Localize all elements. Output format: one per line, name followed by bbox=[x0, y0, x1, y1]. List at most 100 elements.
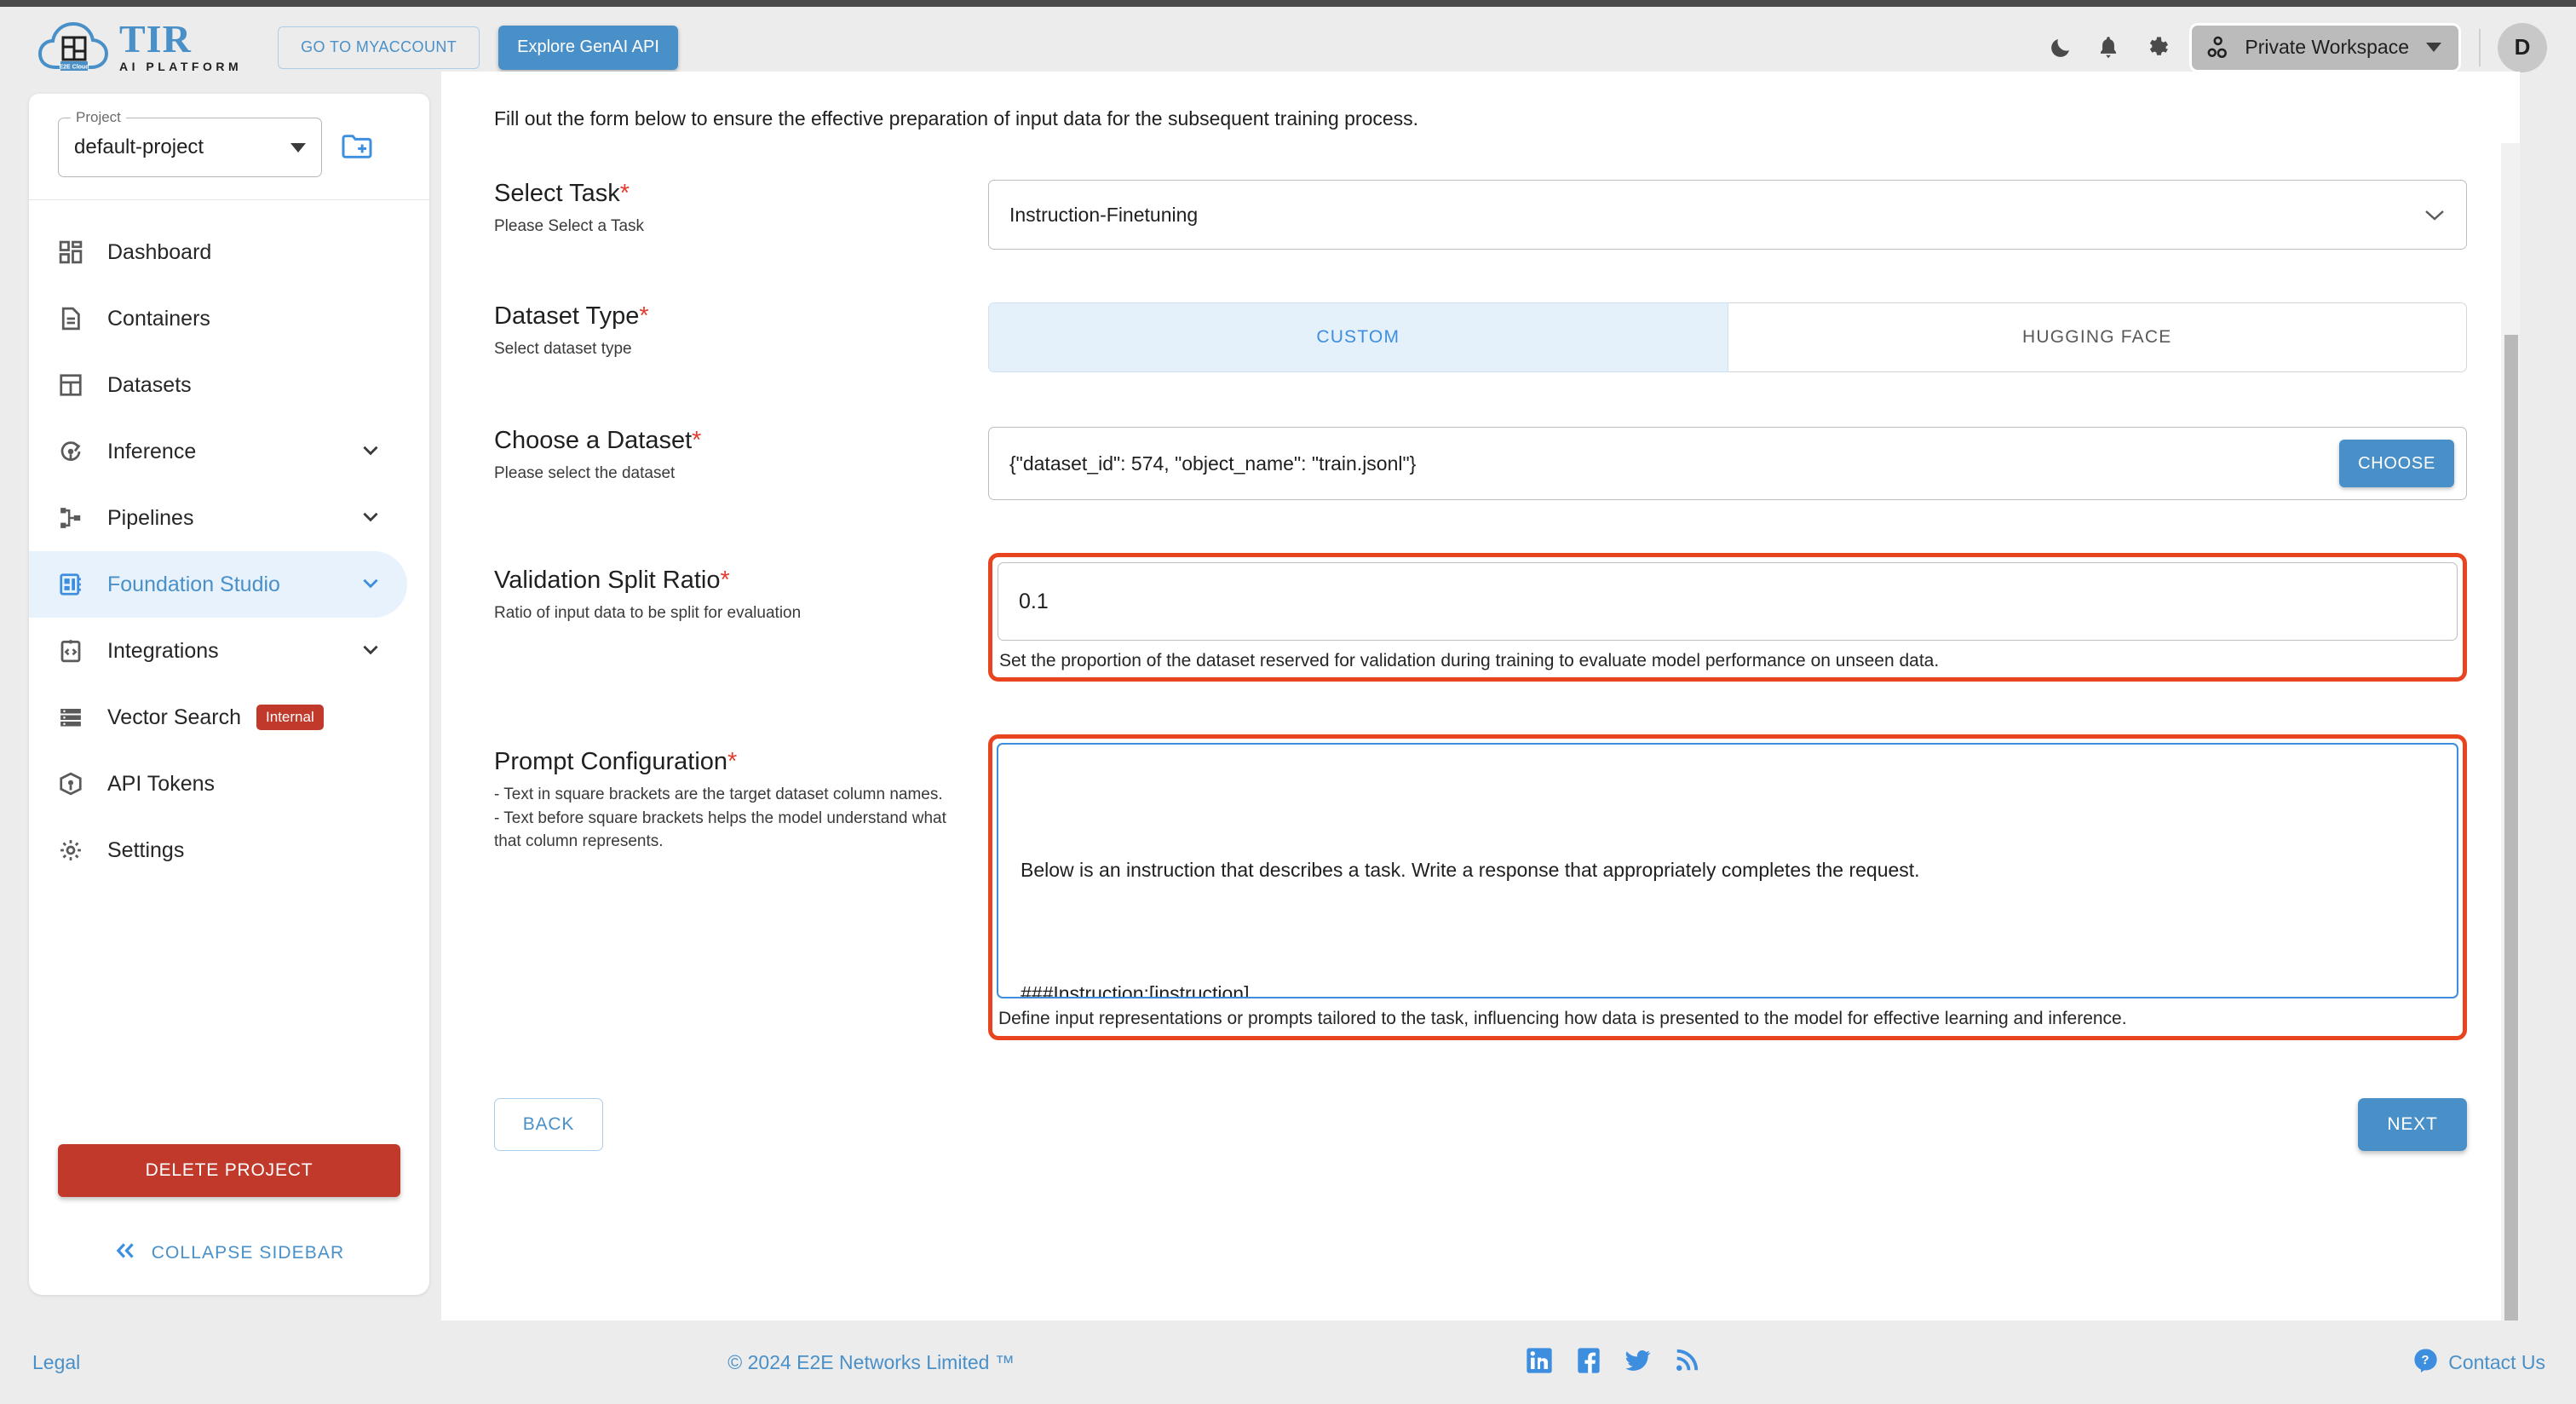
prompt-config-subtitle-1: - Text in square brackets are the target… bbox=[494, 785, 943, 804]
tab-custom-label: CUSTOM bbox=[1316, 327, 1400, 347]
sidebar-item-integrations[interactable]: Integrations bbox=[29, 618, 407, 684]
workspace-label: Private Workspace bbox=[2245, 36, 2409, 58]
sidebar-item-pipelines[interactable]: Pipelines bbox=[29, 485, 407, 551]
settings-gear-icon bbox=[58, 837, 97, 863]
data-preparation-form: Select Task* Please Select a Task Instru… bbox=[441, 180, 2520, 1185]
bell-icon bbox=[2101, 36, 2117, 58]
form-intro-text: Fill out the form below to ensure the ef… bbox=[494, 107, 1419, 129]
required-marker: * bbox=[692, 427, 702, 454]
choose-dataset-title: Choose a Dataset* bbox=[494, 427, 963, 455]
project-value: default-project bbox=[74, 135, 204, 158]
tab-hugging-face[interactable]: HUGGING FACE bbox=[1728, 302, 2467, 372]
form-actions: BACK NEXT bbox=[494, 1097, 2467, 1185]
chevron-down-icon bbox=[2426, 43, 2441, 52]
scrollbar-track[interactable] bbox=[2501, 143, 2520, 1332]
dataset-type-title: Dataset Type* bbox=[494, 302, 963, 331]
app-root: E2E Cloud TIR AI PLATFORM GO TO MYACCOUN… bbox=[0, 0, 2576, 1404]
dataset-type-subtitle: Select dataset type bbox=[494, 340, 632, 358]
server-list-icon bbox=[58, 705, 97, 730]
dataset-input[interactable]: {"dataset_id": 574, "object_name": "trai… bbox=[988, 427, 2467, 500]
workspace-selector[interactable]: Private Workspace bbox=[2192, 25, 2458, 70]
facebook-icon[interactable] bbox=[1575, 1347, 1602, 1378]
cloud-logo-icon: E2E Cloud bbox=[37, 20, 109, 76]
sidebar-item-label: Vector Search bbox=[107, 705, 242, 729]
sidebar-item-inference[interactable]: Inference bbox=[29, 418, 407, 485]
collapse-sidebar-button[interactable]: COLLAPSE SIDEBAR bbox=[58, 1241, 400, 1264]
dark-mode-toggle[interactable] bbox=[2037, 24, 2084, 72]
sidebar-item-vector-search[interactable]: Vector Search Internal bbox=[29, 684, 407, 751]
form-row-dataset-type: Dataset Type* Select dataset type CUSTOM… bbox=[494, 302, 2467, 372]
sidebar-item-label: Settings bbox=[107, 837, 185, 862]
sidebar-item-label: Datasets bbox=[107, 372, 192, 397]
select-task-subtitle: Please Select a Task bbox=[494, 217, 645, 235]
tab-custom[interactable]: CUSTOM bbox=[988, 302, 1728, 372]
app-footer: Legal © 2024 E2E Networks Limited ™ ? Co… bbox=[0, 1321, 2576, 1404]
dataset-type-label-block: Dataset Type* Select dataset type bbox=[494, 302, 988, 372]
prompt-config-textarea[interactable]: Below is an instruction that describes a… bbox=[997, 743, 2458, 999]
project-legend: Project bbox=[71, 109, 126, 126]
prompt-config-title-text: Prompt Configuration bbox=[494, 748, 728, 776]
notifications-button[interactable] bbox=[2084, 24, 2132, 72]
scrollbar-thumb[interactable] bbox=[2504, 335, 2518, 1332]
select-task-title: Select Task* bbox=[494, 180, 963, 208]
select-task-field: Instruction-Finetuning bbox=[988, 180, 2467, 250]
linkedin-icon[interactable] bbox=[1526, 1347, 1553, 1378]
sidebar-item-label: API Tokens bbox=[107, 771, 216, 796]
delete-project-button[interactable]: DELETE PROJECT bbox=[58, 1144, 400, 1197]
svg-text:?: ? bbox=[2422, 1353, 2429, 1367]
validation-split-title-text: Validation Split Ratio bbox=[494, 567, 721, 594]
select-task-dropdown[interactable]: Instruction-Finetuning bbox=[988, 180, 2467, 250]
help-circle-icon: ? bbox=[2412, 1347, 2438, 1378]
validation-split-input[interactable]: 0.1 bbox=[998, 562, 2458, 641]
chevron-down-icon bbox=[359, 638, 382, 665]
dataset-type-title-text: Dataset Type bbox=[494, 302, 640, 330]
prompt-config-title: Prompt Configuration* bbox=[494, 748, 963, 776]
dashboard-icon bbox=[58, 239, 97, 265]
next-button[interactable]: NEXT bbox=[2358, 1097, 2467, 1151]
legal-link[interactable]: Legal bbox=[32, 1351, 80, 1374]
contact-us-link[interactable]: ? Contact Us bbox=[2412, 1347, 2545, 1378]
svg-text:E2E Cloud: E2E Cloud bbox=[59, 64, 89, 70]
cube-icon bbox=[58, 771, 97, 797]
select-task-title-text: Select Task bbox=[494, 180, 620, 207]
avatar[interactable]: D bbox=[2498, 22, 2547, 72]
code-clip-icon bbox=[58, 638, 97, 664]
sidebar-item-label: Pipelines bbox=[107, 505, 194, 530]
twitter-icon[interactable] bbox=[1624, 1347, 1652, 1378]
choose-dataset-title-text: Choose a Dataset bbox=[494, 427, 693, 454]
form-row-validation-split: Validation Split Ratio* Ratio of input d… bbox=[494, 553, 2467, 682]
choose-button[interactable]: CHOOSE bbox=[2339, 440, 2454, 487]
document-icon bbox=[58, 306, 97, 331]
back-button[interactable]: BACK bbox=[494, 1097, 603, 1151]
brand-logo[interactable]: E2E Cloud TIR AI PLATFORM bbox=[37, 16, 242, 76]
rss-icon[interactable] bbox=[1674, 1347, 1699, 1378]
sidebar-item-settings[interactable]: Settings bbox=[29, 817, 407, 883]
choose-dataset-field: {"dataset_id": 574, "object_name": "trai… bbox=[988, 427, 2467, 500]
validation-split-subtitle: Ratio of input data to be split for eval… bbox=[494, 604, 802, 622]
form-row-choose-dataset: Choose a Dataset* Please select the data… bbox=[494, 427, 2467, 500]
sidebar-item-label: Foundation Studio bbox=[107, 572, 280, 596]
sidebar-item-foundation-studio[interactable]: Foundation Studio bbox=[29, 551, 407, 618]
logo-title: TIR bbox=[119, 16, 192, 60]
validation-split-label-block: Validation Split Ratio* Ratio of input d… bbox=[494, 553, 988, 682]
sidebar-item-api-tokens[interactable]: API Tokens bbox=[29, 751, 407, 817]
dataset-type-field: CUSTOM HUGGING FACE bbox=[988, 302, 2467, 372]
project-select[interactable]: Project default-project bbox=[58, 109, 322, 177]
sidebar-item-label: Inference bbox=[107, 439, 197, 463]
sidebar-item-datasets[interactable]: Datasets bbox=[29, 352, 407, 418]
prompt-config-subtitle-2: - Text before square brackets helps the … bbox=[494, 808, 946, 851]
new-folder-icon bbox=[342, 135, 372, 158]
chevron-down-icon bbox=[2424, 204, 2446, 227]
go-to-myaccount-button[interactable]: GO TO MYACCOUNT bbox=[278, 26, 480, 69]
new-folder-button[interactable] bbox=[341, 133, 373, 164]
double-chevron-left-icon bbox=[114, 1241, 138, 1264]
explore-genai-api-button[interactable]: Explore GenAI API bbox=[498, 25, 678, 70]
header-actions: Private Workspace D bbox=[2037, 22, 2547, 72]
sidebar-item-containers[interactable]: Containers bbox=[29, 285, 407, 352]
status-badge: Internal bbox=[256, 705, 324, 730]
sidebar-item-dashboard[interactable]: Dashboard bbox=[29, 219, 407, 285]
project-selector-block: Project default-project bbox=[29, 94, 429, 199]
contact-us-label: Contact Us bbox=[2448, 1350, 2545, 1373]
settings-button[interactable] bbox=[2132, 24, 2180, 72]
header-divider bbox=[2479, 28, 2481, 66]
